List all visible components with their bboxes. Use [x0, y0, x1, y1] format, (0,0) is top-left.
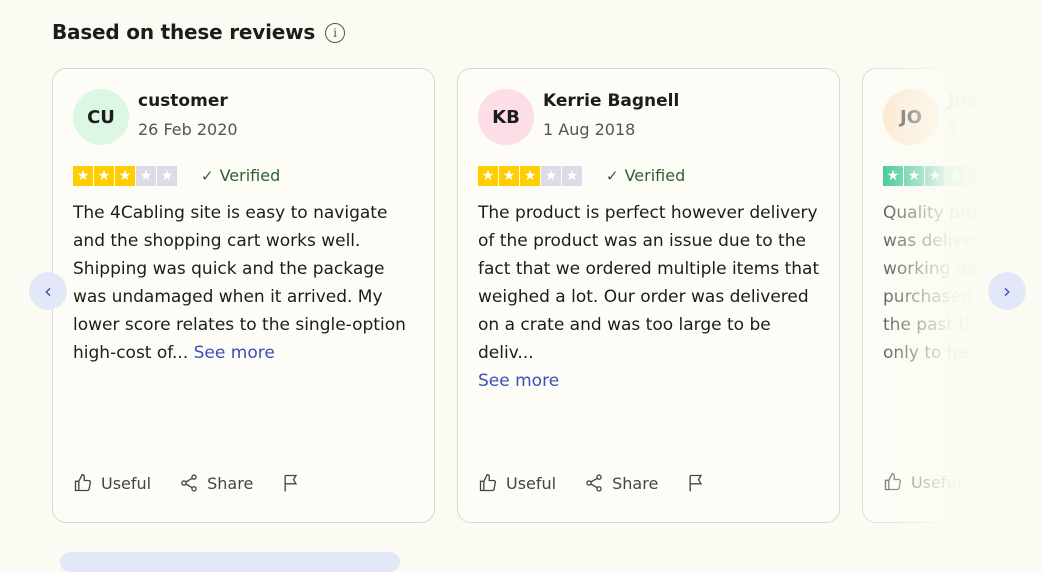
star-icon: ★ [520, 166, 540, 186]
verified-badge: ✓ Verified [201, 166, 280, 185]
avatar: JO [883, 89, 939, 145]
review-actions: Useful Share [73, 472, 329, 494]
review-body: Quality prod was delivere working day pu… [883, 203, 990, 363]
reviewer-name: customer [138, 91, 228, 111]
see-more-link[interactable]: See more [478, 367, 823, 395]
star-rating: ★ ★ ★ ★ ★ [478, 166, 582, 186]
verified-label: Verified [219, 166, 281, 185]
avatar: KB [478, 89, 534, 145]
useful-label: Useful [506, 473, 557, 493]
carousel-prev-button[interactable]: ‹ [29, 272, 67, 310]
useful-button[interactable]: Useful [883, 472, 961, 492]
check-icon: ✓ [201, 166, 214, 185]
reviewer-name: Joe [948, 91, 978, 111]
review-date: 26 Feb 2020 [138, 120, 238, 139]
useful-button[interactable]: Useful [73, 473, 151, 493]
star-icon: ★ [157, 166, 177, 186]
useful-label: Useful [101, 473, 152, 493]
review-date: 1 Aug 2018 [543, 120, 636, 139]
share-label: Share [207, 473, 254, 493]
avatar: CU [73, 89, 129, 145]
useful-label: Useful [911, 472, 962, 492]
review-card: KB Kerrie Bagnell 1 Aug 2018 ★ ★ ★ ★ ★ ✓ Ver… [457, 68, 840, 523]
flag-icon [689, 474, 703, 492]
chevron-left-icon: ‹ [44, 279, 52, 303]
star-rating: ★ ★ ★ ★ ★ [73, 166, 177, 186]
thumbs-up-icon [479, 473, 497, 492]
review-card: CU customer 26 Feb 2020 ★ ★ ★ ★ ★ ✓ Verified… [52, 68, 435, 523]
star-icon: ★ [94, 166, 114, 186]
star-icon: ★ [73, 166, 93, 186]
star-icon: ★ [946, 166, 966, 186]
review-actions: Useful Share [478, 472, 734, 494]
reviews-carousel: CU customer 26 Feb 2020 ★ ★ ★ ★ ★ ✓ Verified… [52, 68, 992, 528]
star-icon: ★ [925, 166, 945, 186]
see-more-link[interactable]: See more [194, 343, 275, 363]
star-icon: ★ [904, 166, 924, 186]
section-header: Based on these reviews i [52, 20, 346, 44]
section-title: Based on these reviews [52, 20, 316, 44]
review-text: The product is perfect however delivery … [478, 199, 823, 395]
share-button[interactable]: Share [179, 473, 253, 493]
star-icon: ★ [562, 166, 582, 186]
bottom-pill [60, 552, 400, 572]
report-button[interactable] [281, 472, 301, 494]
share-label: Share [612, 473, 659, 493]
review-body: The 4Cabling site is easy to navigate an… [73, 203, 406, 363]
star-icon: ★ [478, 166, 498, 186]
share-icon [181, 474, 197, 492]
star-icon: ★ [115, 166, 135, 186]
info-icon[interactable]: i [325, 23, 346, 43]
verified-badge: ✓ Verified [606, 166, 685, 185]
star-icon: ★ [967, 166, 987, 186]
check-icon: ✓ [606, 166, 619, 185]
chevron-right-icon: › [1003, 279, 1011, 303]
share-icon [586, 474, 602, 492]
review-date: 1 Oct [948, 120, 991, 139]
report-button[interactable] [686, 472, 706, 494]
carousel-next-button[interactable]: › [988, 272, 1026, 310]
reviewer-name: Kerrie Bagnell [543, 91, 680, 111]
review-card: JO Joe 1 Oct ★ ★ ★ ★ ★ Quality prod was deli… [862, 68, 992, 523]
useful-button[interactable]: Useful [478, 473, 556, 493]
share-button[interactable]: Share [584, 473, 658, 493]
review-actions: Useful [883, 472, 989, 492]
thumbs-up-icon [74, 473, 92, 492]
flag-icon [284, 474, 298, 492]
star-icon: ★ [883, 166, 903, 186]
verified-label: Verified [624, 166, 686, 185]
review-body: The product is perfect however delivery … [478, 203, 820, 363]
star-rating: ★ ★ ★ ★ ★ [883, 166, 987, 186]
star-icon: ★ [541, 166, 561, 186]
star-icon: ★ [136, 166, 156, 186]
review-text: The 4Cabling site is easy to navigate an… [73, 199, 418, 367]
thumbs-up-icon [884, 472, 902, 491]
review-text: Quality prod was delivere working day pu… [883, 199, 992, 367]
star-icon: ★ [499, 166, 519, 186]
